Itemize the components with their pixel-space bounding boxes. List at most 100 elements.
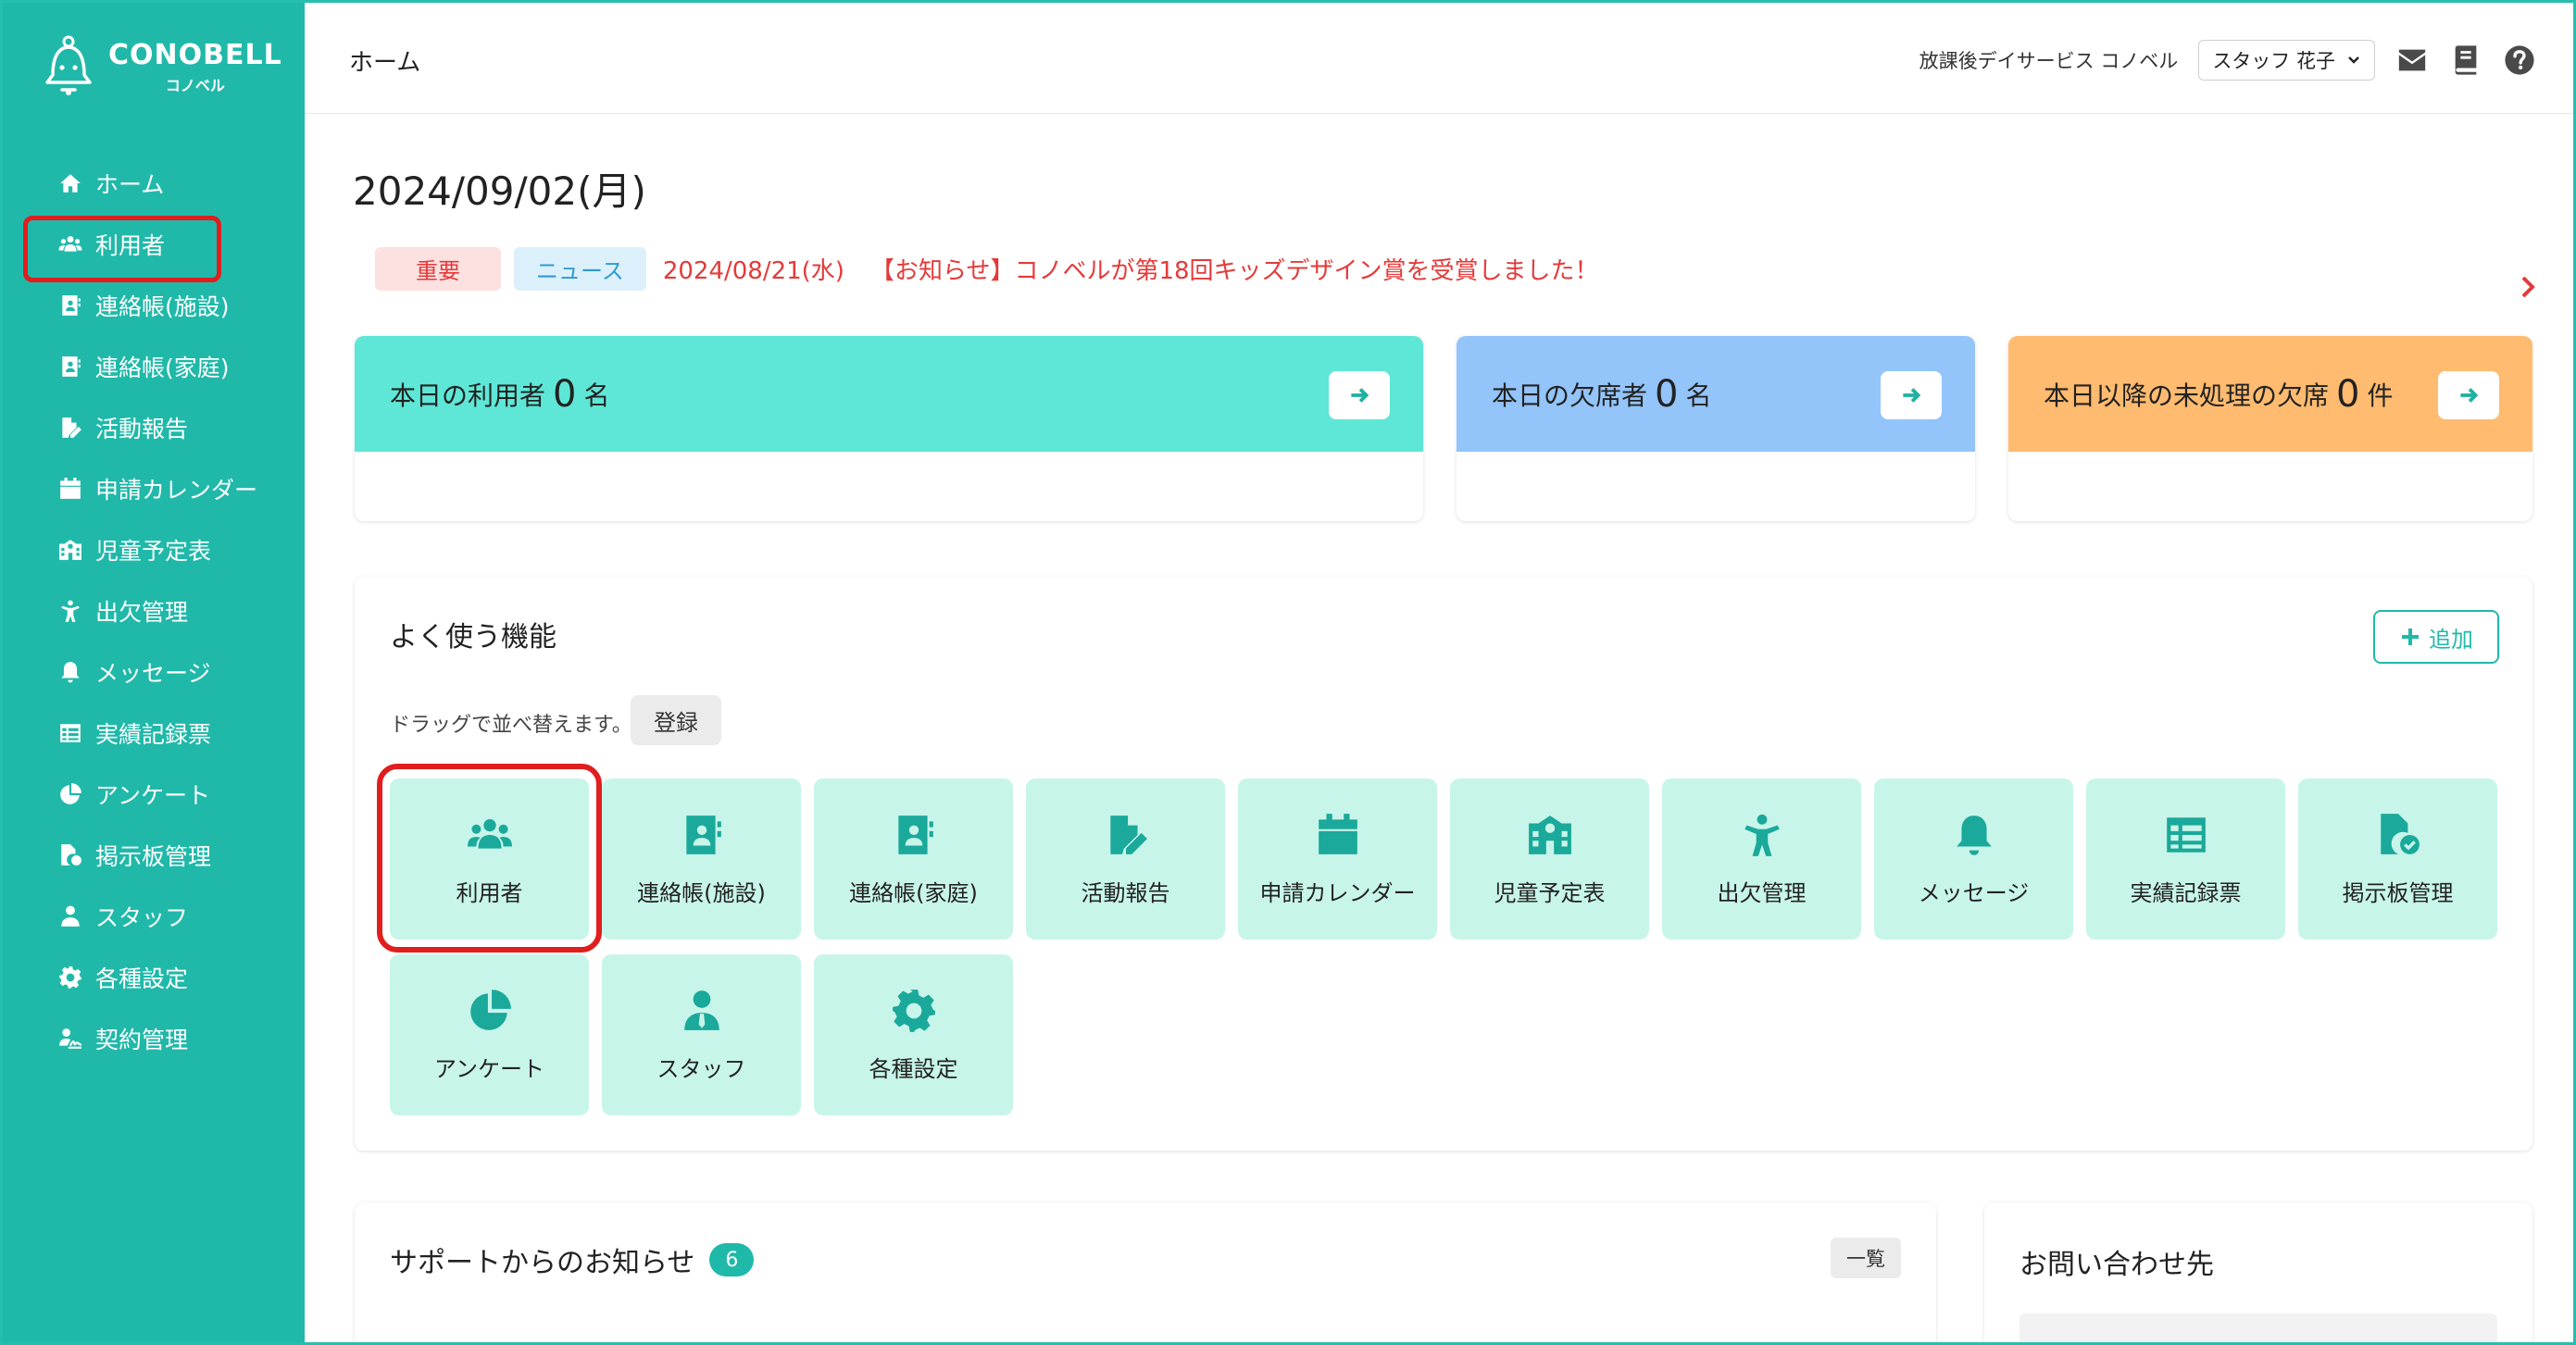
register-button[interactable]: 登録 bbox=[631, 695, 721, 745]
stat-unit: 名 bbox=[583, 380, 610, 411]
tile-label: 申請カレンダー bbox=[1259, 879, 1416, 906]
tile-label: 児童予定表 bbox=[1494, 879, 1606, 906]
contact-book-icon bbox=[685, 815, 721, 854]
support-notices-panel: サポートからのお知らせ 6 一覧 bbox=[355, 1202, 1936, 1342]
chevron-down-icon bbox=[2348, 56, 2359, 64]
brand-name: CONOBELL bbox=[108, 38, 282, 71]
contract-icon bbox=[59, 1028, 82, 1049]
logo[interactable]: CONOBELL コノベル bbox=[42, 34, 282, 99]
user-select[interactable]: スタッフ 花子 bbox=[2198, 40, 2375, 81]
tile-attendance[interactable]: 出欠管理 bbox=[1662, 778, 1861, 940]
manual-button[interactable] bbox=[2449, 44, 2482, 77]
user-name: スタッフ 花子 bbox=[2212, 50, 2335, 72]
sidebar-item-contact-book-facility[interactable]: 連絡帳(施設) bbox=[3, 275, 305, 336]
contact-book-icon bbox=[62, 356, 81, 377]
tile-survey[interactable]: アンケート bbox=[390, 954, 589, 1115]
tile-label: 掲示板管理 bbox=[2342, 879, 2454, 906]
add-favorite-button[interactable]: 追加 bbox=[2373, 610, 2499, 664]
contact-book-icon bbox=[62, 295, 81, 316]
school-icon bbox=[59, 540, 81, 560]
tile-staff[interactable]: スタッフ bbox=[602, 954, 801, 1115]
tile-label: 実績記録票 bbox=[2130, 879, 2242, 906]
sidebar-item-users[interactable]: 利用者 bbox=[3, 214, 305, 282]
staff-icon bbox=[683, 990, 719, 1030]
sidebar-item-survey[interactable]: アンケート bbox=[3, 764, 305, 825]
stat-arrow-button[interactable] bbox=[2438, 371, 2499, 419]
attendance-icon bbox=[61, 600, 80, 622]
topbar: ホーム 放課後デイサービス コノベル スタッフ 花子 bbox=[305, 3, 2573, 114]
staff-icon bbox=[61, 905, 80, 927]
tile-calendar[interactable]: 申請カレンダー bbox=[1238, 778, 1437, 940]
tile-schedule[interactable]: 児童予定表 bbox=[1450, 778, 1649, 940]
stat-arrow-button[interactable] bbox=[1329, 371, 1390, 419]
tile-board[interactable]: 掲示板管理 bbox=[2298, 778, 2497, 940]
sidebar-item-calendar[interactable]: 申請カレンダー bbox=[3, 458, 305, 519]
tile-users[interactable]: 利用者 bbox=[377, 764, 602, 953]
sidebar-item-message[interactable]: メッセージ bbox=[3, 641, 305, 703]
help-button[interactable] bbox=[2503, 44, 2536, 77]
chevron-right-icon bbox=[2521, 276, 2535, 298]
sidebar-item-label: 連絡帳(家庭) bbox=[95, 355, 230, 381]
gear-icon bbox=[59, 966, 81, 989]
tile-settings[interactable]: 各種設定 bbox=[814, 954, 1013, 1115]
board-icon bbox=[61, 844, 81, 866]
page-date: 2024/09/02(月) bbox=[353, 168, 646, 214]
mail-button[interactable] bbox=[2395, 44, 2429, 77]
sidebar-item-label: 各種設定 bbox=[95, 965, 189, 992]
sidebar-item-attendance[interactable]: 出欠管理 bbox=[3, 580, 305, 641]
sidebar-item-records[interactable]: 実績記録票 bbox=[3, 703, 305, 764]
sidebar-item-label: アンケート bbox=[95, 782, 211, 809]
facility-name: 放課後デイサービス コノベル bbox=[1919, 50, 2179, 72]
contact-panel: お問い合わせ先 bbox=[1984, 1202, 2532, 1342]
topbar-actions: 放課後デイサービス コノベル スタッフ 花子 bbox=[1919, 40, 2536, 81]
sidebar-nav: ホーム 利用者 連絡帳(施設) 連絡帳(家庭) 活動報告 申請カレンダー 児童予… bbox=[3, 153, 305, 1069]
sidebar-item-label: ホーム bbox=[95, 171, 165, 198]
news-banner[interactable]: 重要 ニュース 2024/08/21(水) 【お知らせ】コノベルが第18回キッズ… bbox=[375, 247, 1599, 291]
sidebar-item-board[interactable]: 掲示板管理 bbox=[3, 825, 305, 886]
news-text[interactable]: 【お知らせ】コノベルが第18回キッズデザイン賞を受賞しました！ bbox=[870, 252, 1599, 286]
sidebar-item-settings[interactable]: 各種設定 bbox=[3, 947, 305, 1008]
sidebar-item-label: 実績記録票 bbox=[95, 721, 212, 748]
tile-activity-report[interactable]: 活動報告 bbox=[1026, 778, 1225, 940]
sidebar-item-home[interactable]: ホーム bbox=[3, 153, 305, 214]
stat-value: 0 bbox=[553, 372, 577, 416]
tile-contact-book-facility[interactable]: 連絡帳(施設) bbox=[602, 778, 801, 940]
stat-arrow-button[interactable] bbox=[1881, 371, 1942, 419]
favorites-title: よく使う機能 bbox=[390, 621, 556, 654]
contact-book-icon bbox=[897, 815, 933, 854]
bell-icon bbox=[61, 662, 80, 683]
home-icon bbox=[60, 174, 81, 193]
arrow-right-icon bbox=[1351, 388, 1369, 403]
favorites-panel: よく使う機能 追加 ドラッグで並べ替えます。 登録 利用者 連絡帳(施設) 連絡… bbox=[355, 577, 2532, 1151]
tile-contact-book-home[interactable]: 連絡帳(家庭) bbox=[814, 778, 1013, 940]
sidebar-item-activity-report[interactable]: 活動報告 bbox=[3, 397, 305, 458]
arrow-right-icon bbox=[1903, 388, 1921, 403]
tile-label: 活動報告 bbox=[1081, 879, 1170, 906]
tile-records[interactable]: 実績記録票 bbox=[2086, 778, 2285, 940]
sidebar-item-label: 申請カレンダー bbox=[95, 477, 258, 504]
stat-card-absent-today: 本日の欠席者 0 名 bbox=[1457, 336, 1975, 521]
table-icon bbox=[60, 724, 81, 742]
support-list-button[interactable]: 一覧 bbox=[1831, 1238, 1901, 1278]
board-icon bbox=[2380, 813, 2420, 854]
stat-unit: 名 bbox=[1685, 380, 1712, 411]
sidebar-item-contract[interactable]: 契約管理 bbox=[3, 1008, 305, 1069]
stat-value: 0 bbox=[2336, 372, 2360, 416]
stat-card-header: 本日以降の未処理の欠席 0 件 bbox=[2008, 336, 2532, 452]
calendar-icon bbox=[1318, 813, 1357, 854]
tile-message[interactable]: メッセージ bbox=[1874, 778, 2073, 940]
users-icon bbox=[58, 236, 82, 252]
sidebar-item-label: 児童予定表 bbox=[95, 538, 212, 565]
sidebar-item-label: スタッフ bbox=[95, 904, 189, 931]
news-tag: ニュース bbox=[514, 247, 646, 291]
attendance-icon bbox=[1744, 814, 1780, 856]
support-count-badge: 6 bbox=[709, 1243, 755, 1277]
sidebar-item-schedule[interactable]: 児童予定表 bbox=[3, 519, 305, 580]
sidebar-item-label: 活動報告 bbox=[95, 416, 189, 442]
arrow-right-icon bbox=[2460, 388, 2479, 403]
news-next-button[interactable] bbox=[2514, 273, 2542, 301]
sidebar-item-staff[interactable]: スタッフ bbox=[3, 886, 305, 947]
tile-label: 各種設定 bbox=[869, 1055, 958, 1082]
support-title-text: サポートからのお知らせ bbox=[390, 1247, 695, 1279]
sidebar-item-contact-book-home[interactable]: 連絡帳(家庭) bbox=[3, 336, 305, 397]
